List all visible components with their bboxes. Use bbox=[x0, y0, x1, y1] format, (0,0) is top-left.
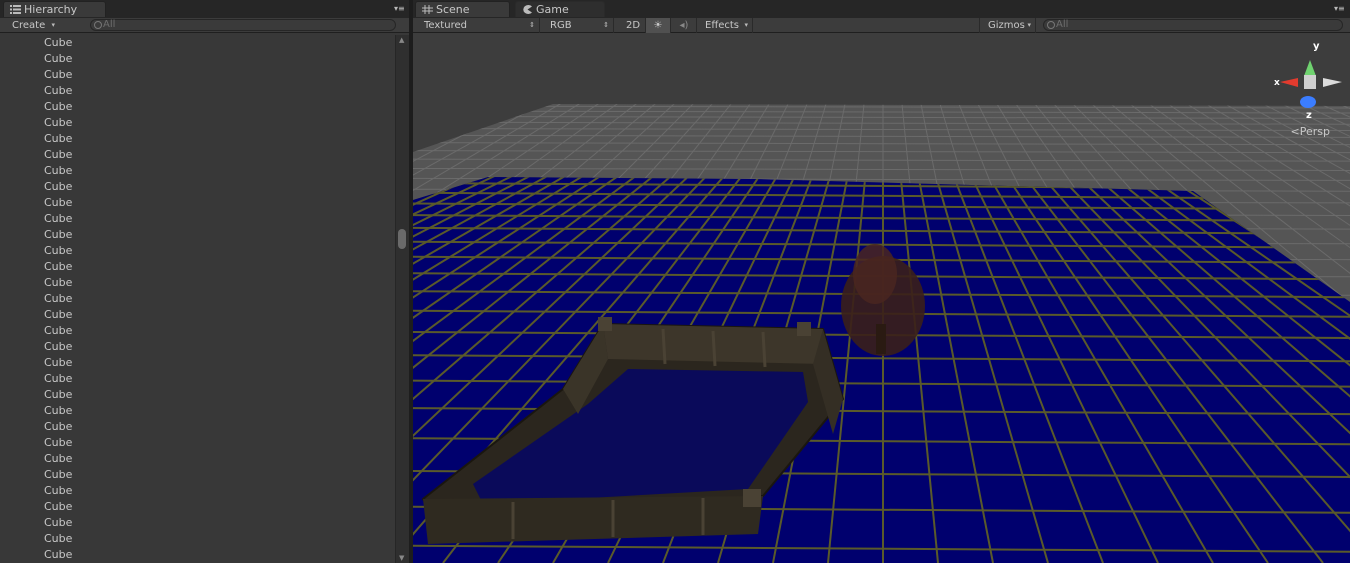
hierarchy-item[interactable]: Cube bbox=[0, 275, 394, 291]
tab-hierarchy-label: Hierarchy bbox=[24, 3, 78, 16]
gizmo-center-cube bbox=[1304, 75, 1316, 89]
hierarchy-item[interactable]: Cube bbox=[0, 291, 394, 307]
chevron-down-icon: ▾ bbox=[744, 21, 748, 29]
toggle-2d-label: 2D bbox=[625, 20, 641, 31]
hierarchy-item[interactable]: Cube bbox=[0, 387, 394, 403]
chevron-down-icon: ▾ bbox=[1027, 21, 1031, 29]
search-icon bbox=[1047, 21, 1055, 29]
speaker-icon: ◂) bbox=[679, 20, 689, 31]
updown-icon: ⇕ bbox=[603, 21, 609, 29]
hierarchy-item[interactable]: Cube bbox=[0, 323, 394, 339]
hierarchy-item[interactable]: Cube bbox=[0, 51, 394, 67]
hierarchy-item[interactable]: Cube bbox=[0, 99, 394, 115]
scene-viewport[interactable] bbox=[413, 34, 1350, 563]
scroll-down-icon[interactable]: ▼ bbox=[399, 554, 404, 562]
hierarchy-item[interactable]: Cube bbox=[0, 211, 394, 227]
gizmo-y-label: y bbox=[1313, 41, 1320, 52]
render-mode-label: RGB bbox=[550, 20, 572, 31]
scene-search-placeholder: All bbox=[1056, 19, 1069, 30]
hierarchy-item[interactable]: Cube bbox=[0, 147, 394, 163]
hierarchy-item[interactable]: Cube bbox=[0, 227, 394, 243]
hierarchy-item[interactable]: Cube bbox=[0, 83, 394, 99]
hierarchy-item[interactable]: Cube bbox=[0, 531, 394, 547]
gizmo-x-cone bbox=[1280, 78, 1298, 87]
hierarchy-item[interactable]: Cube bbox=[0, 435, 394, 451]
pacman-icon bbox=[523, 5, 532, 14]
hierarchy-list: Cube Cube Cube Cube Cube Cube Cube Cube Cube Cube… bbox=[0, 35, 394, 563]
hierarchy-item[interactable]: Cube bbox=[0, 195, 394, 211]
render-mode-dropdown[interactable]: RGB ⇕ bbox=[542, 18, 614, 33]
hierarchy-item[interactable]: Cube bbox=[0, 419, 394, 435]
hierarchy-item[interactable]: Cube bbox=[0, 403, 394, 419]
create-label: Create bbox=[12, 20, 46, 31]
hierarchy-search-placeholder: All bbox=[103, 19, 116, 30]
hierarchy-scrollbar[interactable]: ▲ ▼ bbox=[395, 35, 409, 563]
hierarchy-item[interactable]: Cube bbox=[0, 547, 394, 563]
scene-toolbar: Textured ⇕ RGB ⇕ 2D ☀ ◂) Effects ▾ Gizmo… bbox=[413, 17, 1350, 33]
toggle-2d-button[interactable]: 2D bbox=[621, 18, 646, 33]
tab-scene[interactable]: Scene bbox=[415, 1, 510, 17]
hierarchy-item[interactable]: Cube bbox=[0, 259, 394, 275]
hierarchy-tabbar: Hierarchy ▾≡ bbox=[0, 0, 410, 17]
scene-menu-icon[interactable]: ▾≡ bbox=[1334, 5, 1346, 13]
hierarchy-item[interactable]: Cube bbox=[0, 483, 394, 499]
hierarchy-item[interactable]: Cube bbox=[0, 339, 394, 355]
hierarchy-toolbar: Create ▾ All bbox=[0, 17, 410, 33]
hierarchy-item[interactable]: Cube bbox=[0, 35, 394, 51]
hierarchy-item[interactable]: Cube bbox=[0, 115, 394, 131]
tab-game[interactable]: Game bbox=[515, 1, 605, 17]
draw-mode-dropdown[interactable]: Textured ⇕ bbox=[416, 18, 540, 33]
hierarchy-search-input[interactable]: All bbox=[90, 19, 396, 31]
scene-panel: Scene Game ▾≡ Textured ⇕ RGB ⇕ 2D ☀ ◂) E… bbox=[413, 0, 1350, 563]
grid-icon bbox=[422, 5, 433, 14]
tab-hierarchy[interactable]: Hierarchy bbox=[3, 1, 106, 17]
perspective-icon: < bbox=[1290, 125, 1300, 138]
gizmo-neg-x-cone bbox=[1323, 78, 1342, 87]
gizmos-dropdown[interactable]: Gizmos ▾ bbox=[979, 18, 1036, 33]
effects-label: Effects bbox=[705, 20, 739, 31]
scene-search-input[interactable]: All bbox=[1043, 19, 1343, 31]
hierarchy-item[interactable]: Cube bbox=[0, 307, 394, 323]
projection-label: Persp bbox=[1299, 125, 1330, 138]
hierarchy-item[interactable]: Cube bbox=[0, 355, 394, 371]
search-icon bbox=[94, 21, 102, 29]
sun-icon: ☀ bbox=[653, 20, 663, 31]
draw-mode-label: Textured bbox=[424, 20, 467, 31]
scroll-up-icon[interactable]: ▲ bbox=[399, 36, 404, 44]
updown-icon: ⇕ bbox=[529, 21, 535, 29]
effects-dropdown[interactable]: Effects ▾ bbox=[697, 18, 753, 33]
tab-scene-label: Scene bbox=[436, 3, 470, 16]
list-icon bbox=[10, 5, 21, 14]
gizmos-label: Gizmos bbox=[988, 20, 1025, 31]
hierarchy-item[interactable]: Cube bbox=[0, 163, 394, 179]
panel-menu-icon[interactable]: ▾≡ bbox=[394, 5, 406, 13]
tab-game-label: Game bbox=[536, 3, 569, 16]
lighting-toggle[interactable]: ☀ bbox=[646, 18, 671, 33]
gizmo-z-cone bbox=[1300, 96, 1316, 108]
create-dropdown[interactable]: Create ▾ bbox=[4, 18, 59, 33]
hierarchy-item[interactable]: Cube bbox=[0, 243, 394, 259]
hierarchy-item[interactable]: Cube bbox=[0, 499, 394, 515]
scroll-thumb[interactable] bbox=[398, 229, 406, 249]
hierarchy-item[interactable]: Cube bbox=[0, 371, 394, 387]
hierarchy-item[interactable]: Cube bbox=[0, 131, 394, 147]
gizmo-x-label: x bbox=[1274, 78, 1280, 88]
projection-toggle[interactable]: <Persp bbox=[1291, 125, 1330, 138]
hierarchy-panel: Hierarchy ▾≡ Create ▾ All Cube Cube Cube Cu… bbox=[0, 0, 410, 563]
gizmo-z-label: z bbox=[1306, 110, 1312, 121]
chevron-down-icon: ▾ bbox=[51, 21, 55, 29]
hierarchy-item[interactable]: Cube bbox=[0, 467, 394, 483]
hierarchy-item[interactable]: Cube bbox=[0, 515, 394, 531]
hierarchy-item[interactable]: Cube bbox=[0, 451, 394, 467]
hierarchy-item[interactable]: Cube bbox=[0, 179, 394, 195]
scene-tabbar: Scene Game ▾≡ bbox=[413, 0, 1350, 17]
audio-toggle[interactable]: ◂) bbox=[672, 18, 697, 33]
gizmo-y-cone bbox=[1304, 60, 1316, 76]
hierarchy-item[interactable]: Cube bbox=[0, 67, 394, 83]
